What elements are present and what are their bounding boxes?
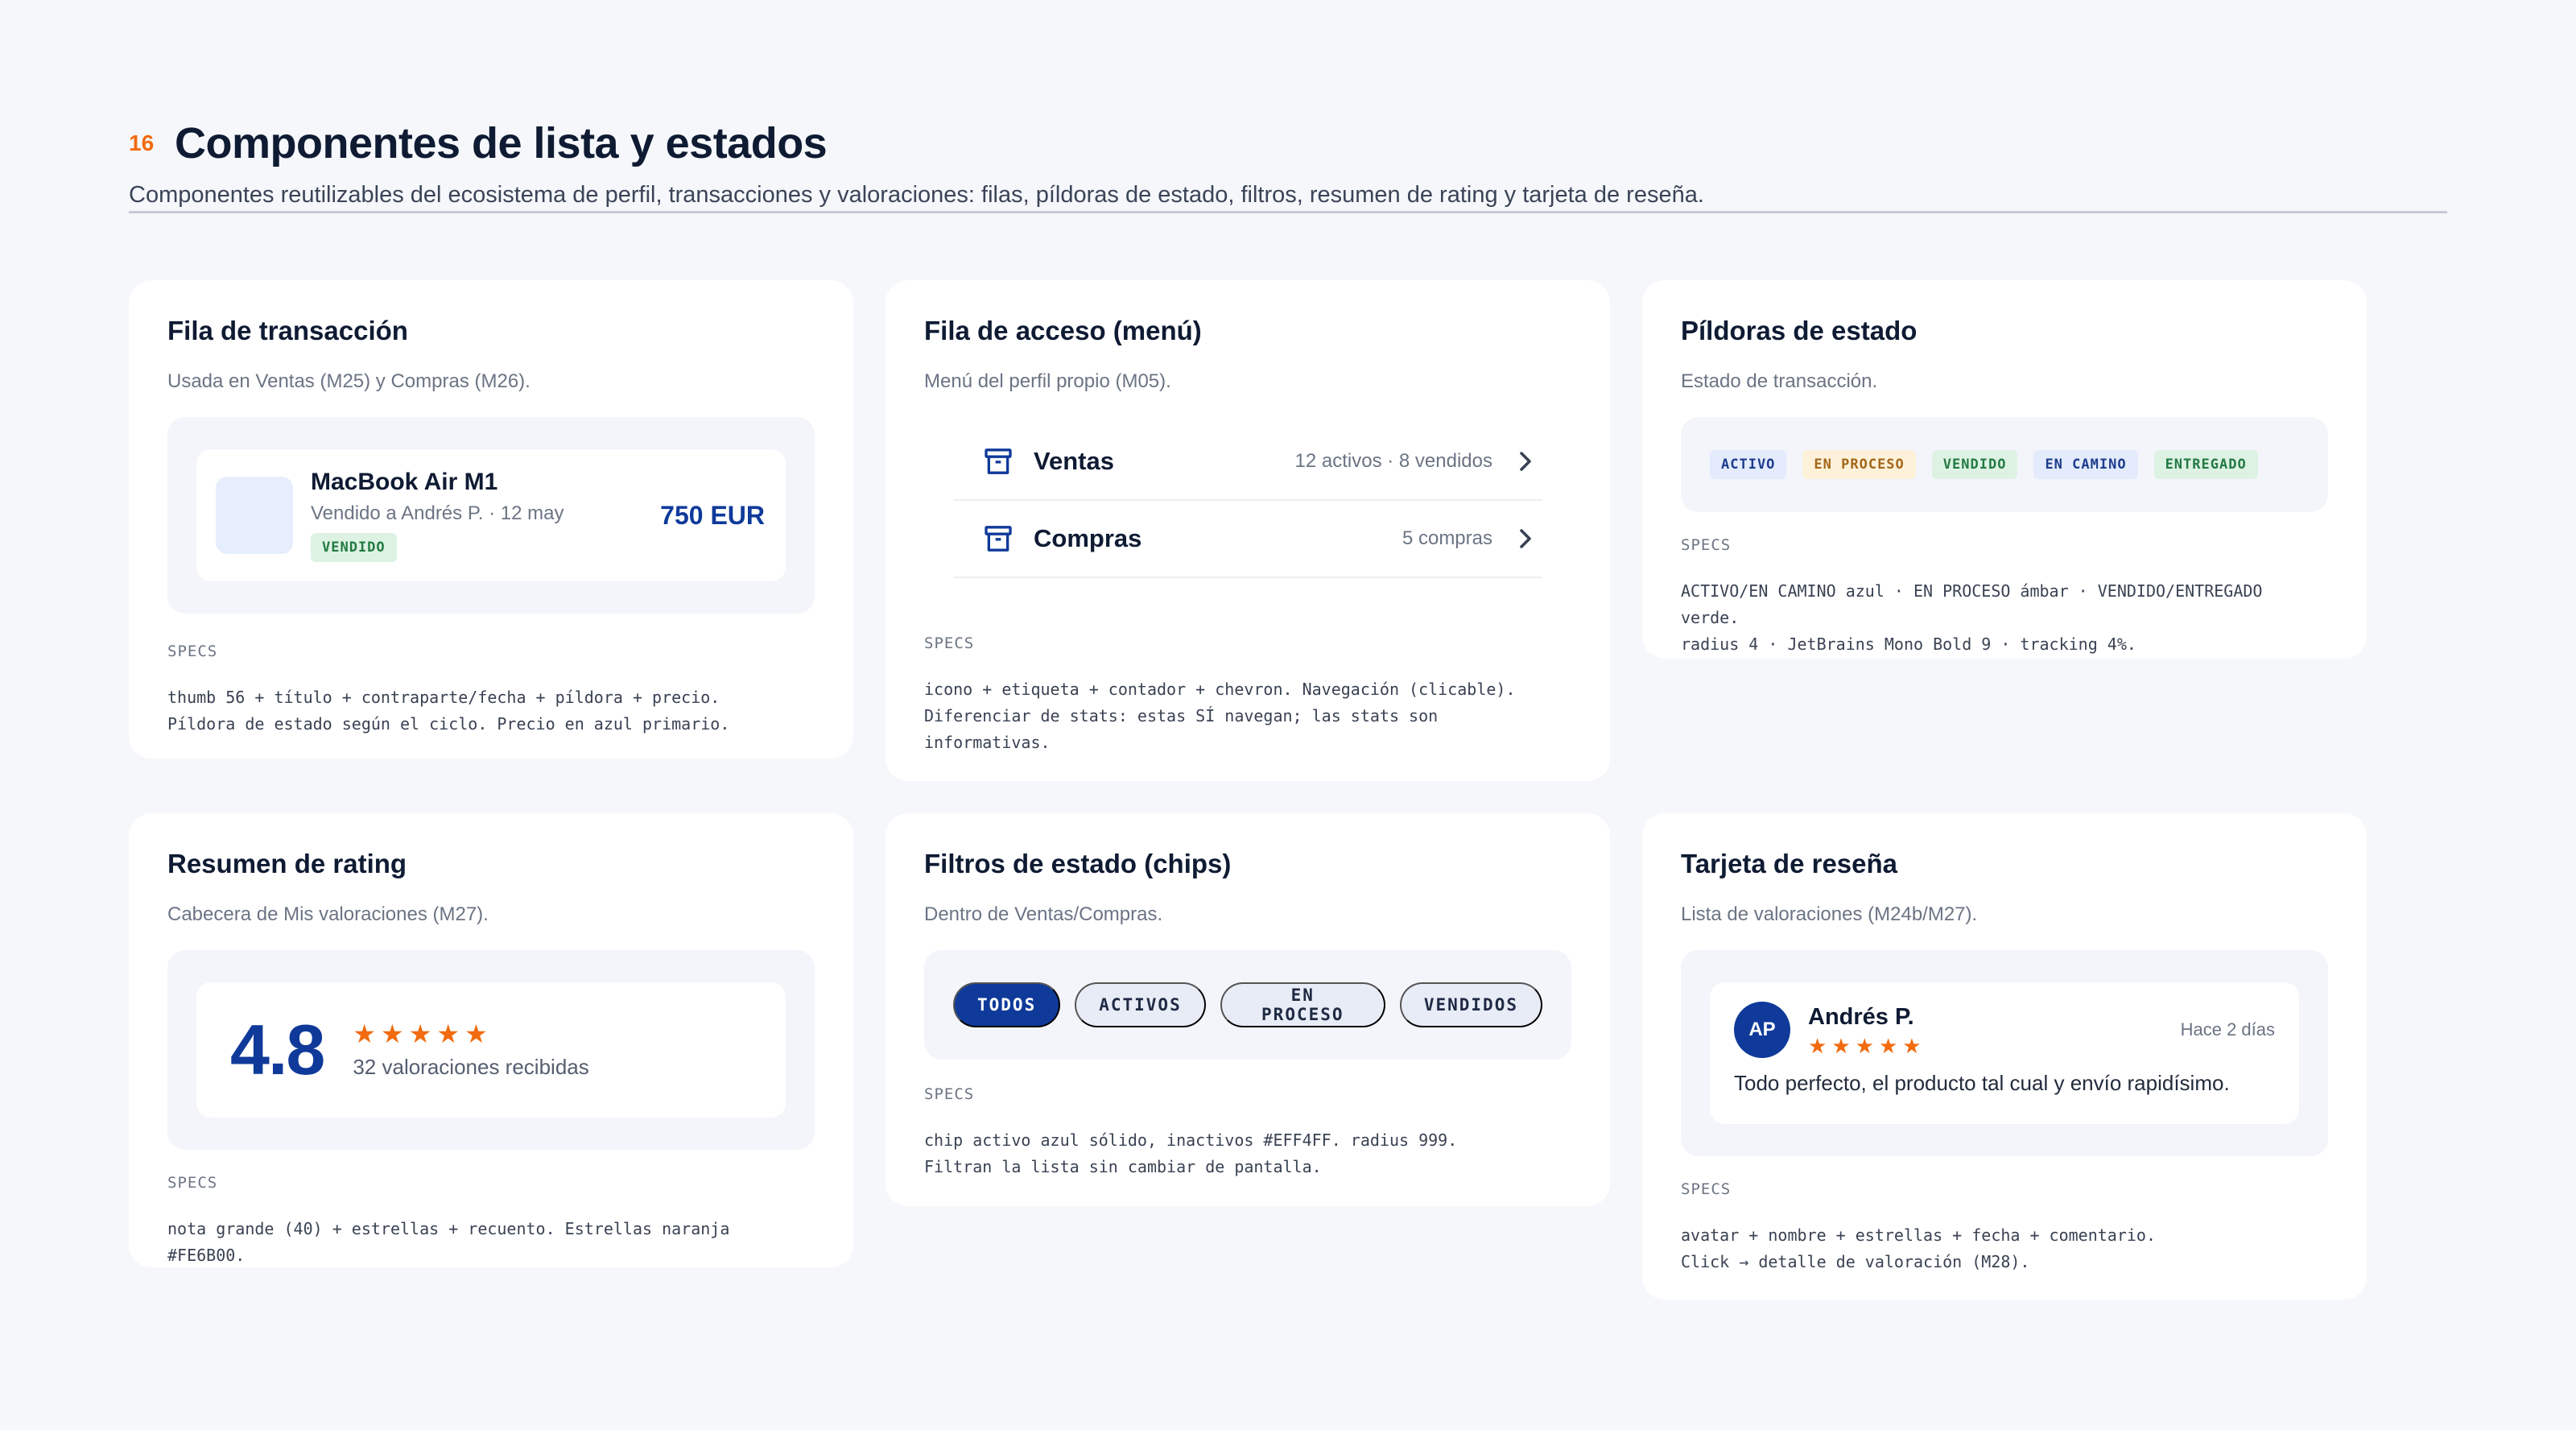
rating-summary-card: Resumen de rating Cabecera de Mis valora… bbox=[129, 813, 853, 1267]
star-rating: ★ ★ ★ ★ ★ bbox=[353, 1021, 588, 1047]
review-card-card: Tarjeta de reseña Lista de valoraciones … bbox=[1642, 813, 2367, 1300]
star-rating: ★ ★ ★ ★ ★ bbox=[1808, 1035, 2181, 1056]
filter-chip-vendidos[interactable]: VENDIDOS bbox=[1399, 982, 1542, 1027]
specs-label: SPECS bbox=[1681, 1180, 1732, 1198]
page-title: Componentes de lista y estados bbox=[175, 119, 828, 167]
star-icon: ★ bbox=[408, 1019, 432, 1048]
menu-item-count: 12 activos · 8 vendidos bbox=[1294, 450, 1492, 472]
header-divider bbox=[129, 211, 2447, 213]
transaction-meta: Vendido a Andrés P. · 12 may bbox=[311, 502, 564, 524]
card-description: Lista de valoraciones (M24b/M27). bbox=[1681, 903, 1978, 925]
specs-text: icono + etiqueta + contador + chevron. N… bbox=[924, 680, 1516, 752]
card-description: Estado de transacción. bbox=[1681, 370, 1878, 392]
page-number: 16 bbox=[129, 130, 155, 155]
star-icon: ★ bbox=[1831, 1033, 1851, 1058]
specs-text: avatar + nombre + estrellas + fecha + co… bbox=[1681, 1225, 2157, 1271]
star-icon: ★ bbox=[1902, 1033, 1922, 1058]
menu-item-compras[interactable]: Compras 5 compras bbox=[953, 501, 1542, 578]
card-description: Usada en Ventas (M25) y Compras (M26). bbox=[167, 370, 530, 392]
specs-text: nota grande (40) + estrellas + recuento.… bbox=[167, 1219, 730, 1265]
review-author: Andrés P. bbox=[1808, 1003, 1914, 1030]
specs-label: SPECS bbox=[924, 634, 975, 652]
star-icon: ★ bbox=[1855, 1033, 1874, 1058]
menu-list: Ventas 12 activos · 8 vendidos Compras 5… bbox=[924, 424, 1571, 578]
preview-area: AP Andrés P. ★ ★ ★ ★ ★ Hace 2 días Todo … bbox=[1681, 950, 2328, 1156]
status-pill: VENDIDO bbox=[311, 533, 397, 562]
preview-area: 4.8 ★ ★ ★ ★ ★ 32 valoraciones recibidas bbox=[167, 950, 815, 1150]
status-pill-en-camino: EN CAMINO bbox=[2033, 450, 2138, 479]
preview-area: MacBook Air M1 Vendido a Andrés P. · 12 … bbox=[167, 417, 815, 614]
star-icon: ★ bbox=[381, 1019, 404, 1048]
specs-label: SPECS bbox=[1681, 536, 1732, 554]
transaction-info: MacBook Air M1 Vendido a Andrés P. · 12 … bbox=[311, 469, 660, 562]
rating-count: 32 valoraciones recibidas bbox=[353, 1054, 589, 1079]
archive-box-icon bbox=[985, 526, 1012, 552]
card-description: Menú del perfil propio (M05). bbox=[924, 370, 1171, 392]
pills-preview: ACTIVO EN PROCESO VENDIDO EN CAMINO ENTR… bbox=[1681, 417, 2328, 512]
specs-label: SPECS bbox=[924, 1085, 975, 1103]
review-author-block: Andrés P. ★ ★ ★ ★ ★ bbox=[1808, 1004, 2181, 1056]
card-description: Dentro de Ventas/Compras. bbox=[924, 903, 1163, 925]
rating-score: 4.8 bbox=[230, 1010, 325, 1089]
status-pill-vendido: VENDIDO bbox=[1931, 450, 2018, 479]
product-thumbnail bbox=[216, 477, 293, 554]
star-icon: ★ bbox=[436, 1019, 460, 1048]
card-title: Filtros de estado (chips) bbox=[924, 849, 1232, 878]
page-header: 16 Componentes de lista y estados Compon… bbox=[129, 113, 2447, 209]
transaction-price: 750 EUR bbox=[660, 500, 765, 530]
status-pill-en-proceso: EN PROCESO bbox=[1802, 450, 1916, 479]
star-icon: ★ bbox=[1878, 1033, 1898, 1058]
status-pill-activo: ACTIVO bbox=[1710, 450, 1787, 479]
avatar: AP bbox=[1734, 1002, 1790, 1058]
card-description: Cabecera de Mis valoraciones (M27). bbox=[167, 903, 489, 925]
chevron-right-icon bbox=[1520, 529, 1531, 548]
transaction-title: MacBook Air M1 bbox=[311, 469, 498, 495]
card-title: Tarjeta de reseña bbox=[1681, 849, 1898, 878]
star-icon: ★ bbox=[464, 1019, 488, 1048]
archive-box-icon bbox=[985, 448, 1012, 474]
menu-item-count: 5 compras bbox=[1402, 527, 1492, 549]
menu-item-ventas[interactable]: Ventas 12 activos · 8 vendidos bbox=[953, 424, 1542, 501]
card-title: Píldoras de estado bbox=[1681, 316, 1918, 345]
access-row-card: Fila de acceso (menú) Menú del perfil pr… bbox=[886, 280, 1610, 781]
card-title: Fila de transacción bbox=[167, 316, 408, 345]
chevron-right-icon bbox=[1520, 452, 1531, 471]
page-subtitle: Componentes reutilizables del ecosistema… bbox=[129, 182, 1704, 208]
filter-chip-en-proceso[interactable]: EN PROCESO bbox=[1220, 982, 1385, 1027]
status-pills-card: Píldoras de estado Estado de transacción… bbox=[1642, 280, 2367, 659]
rating-summary: 4.8 ★ ★ ★ ★ ★ 32 valoraciones recibidas bbox=[196, 982, 786, 1118]
review-date: Hace 2 días bbox=[2180, 1019, 2275, 1039]
filter-chip-todos[interactable]: TODOS bbox=[953, 982, 1061, 1027]
transaction-row[interactable]: MacBook Air M1 Vendido a Andrés P. · 12 … bbox=[196, 449, 786, 581]
rating-details: ★ ★ ★ ★ ★ 32 valoraciones recibidas bbox=[353, 1021, 588, 1080]
star-icon: ★ bbox=[353, 1019, 377, 1048]
status-pill-entregado: ENTREGADO bbox=[2153, 450, 2258, 479]
chips-preview: TODOS ACTIVOS EN PROCESO VENDIDOS bbox=[924, 950, 1571, 1060]
card-title: Resumen de rating bbox=[167, 849, 407, 878]
specs-text: chip activo azul sólido, inactivos #EFF4… bbox=[924, 1130, 1458, 1176]
menu-item-label: Ventas bbox=[1034, 447, 1114, 475]
transaction-row-card: Fila de transacción Usada en Ventas (M25… bbox=[129, 280, 853, 758]
review-comment: Todo perfecto, el producto tal cual y en… bbox=[1734, 1071, 2230, 1095]
star-icon: ★ bbox=[1808, 1033, 1827, 1058]
specs-label: SPECS bbox=[167, 1174, 218, 1192]
review-header: AP Andrés P. ★ ★ ★ ★ ★ Hace 2 días bbox=[1734, 1002, 2275, 1058]
status-filters-card: Filtros de estado (chips) Dentro de Vent… bbox=[886, 813, 1610, 1206]
specs-text: ACTIVO/EN CAMINO azul · EN PROCESO ámbar… bbox=[1681, 581, 2263, 654]
specs-label: SPECS bbox=[167, 643, 218, 660]
specs-text: thumb 56 + título + contraparte/fecha + … bbox=[167, 688, 730, 734]
menu-item-label: Compras bbox=[1034, 524, 1142, 552]
review-card[interactable]: AP Andrés P. ★ ★ ★ ★ ★ Hace 2 días Todo … bbox=[1710, 982, 2299, 1124]
filter-chip-activos[interactable]: ACTIVOS bbox=[1075, 982, 1206, 1027]
card-title: Fila de acceso (menú) bbox=[924, 316, 1202, 345]
